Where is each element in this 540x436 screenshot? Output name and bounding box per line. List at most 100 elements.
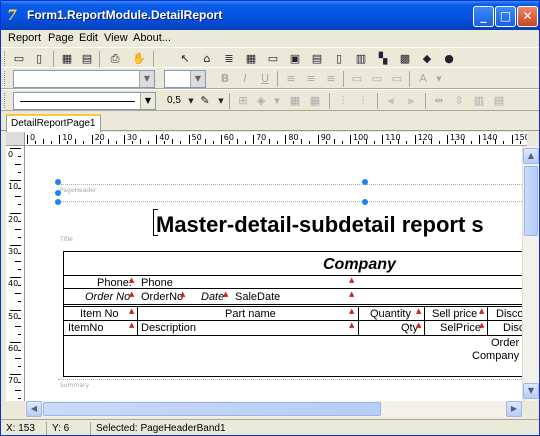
horizontal-ruler[interactable]: 0 10 20 30 40 50 60 70 80 90 100 110 120 130 140 150 <box>25 132 527 146</box>
vertical-scroll-thumb[interactable] <box>524 166 538 236</box>
column-header-item-no[interactable]: Item No <box>80 308 119 320</box>
column-header-quantity[interactable]: Quantity <box>370 308 411 320</box>
chevron-down-icon[interactable]: ▼ <box>139 71 154 87</box>
report-design-canvas[interactable]: PageHeader Master-detail-subdetail repor… <box>25 146 527 401</box>
toolbar-grip[interactable] <box>4 51 7 66</box>
report-title[interactable]: Master-detail-subdetail report s <box>156 212 484 238</box>
chevron-down-icon[interactable]: ▼ <box>431 71 447 87</box>
align-right-edges-icon[interactable]: ⫸ <box>403 93 419 109</box>
menu-view[interactable]: View <box>104 30 128 47</box>
select-arrow-icon[interactable]: ↖ <box>177 51 193 67</box>
align-right-icon[interactable]: ≡ <box>323 71 339 87</box>
sysdata-icon[interactable]: ▯ <box>331 51 347 67</box>
company-header[interactable]: Company <box>323 256 396 274</box>
scroll-left-icon[interactable]: ◀ <box>26 401 42 417</box>
same-height-icon[interactable]: ▤ <box>491 93 507 109</box>
summary-band-top[interactable] <box>58 379 527 380</box>
align-left-icon[interactable]: ≡ <box>283 71 299 87</box>
band-icon[interactable]: ⌂ <box>199 51 215 67</box>
column-header-sell-price[interactable]: Sell price <box>432 308 477 320</box>
vertical-ruler[interactable]: 01020304050607080 <box>6 146 25 401</box>
page-setup-icon[interactable]: ▤ <box>79 51 95 67</box>
valign-middle-icon[interactable]: ▭ <box>369 71 385 87</box>
same-width-icon[interactable]: ▥ <box>471 93 487 109</box>
chevron-down-icon[interactable]: ▼ <box>140 93 155 109</box>
fill-color-icon[interactable]: ◈ <box>253 93 269 109</box>
scroll-right-icon[interactable]: ▶ <box>506 401 522 417</box>
selection-handle[interactable] <box>362 199 368 205</box>
maximize-button[interactable]: □ <box>495 6 516 27</box>
description-field[interactable]: Description <box>141 322 196 334</box>
hand-icon[interactable]: ✋ <box>131 51 147 67</box>
chevron-down-icon[interactable]: ▼ <box>190 71 205 87</box>
column-header-part-name[interactable]: Part name <box>225 308 276 320</box>
scroll-up-icon[interactable]: ▲ <box>523 148 539 164</box>
date-label[interactable]: Date <box>201 291 224 303</box>
bold-icon[interactable]: B <box>217 71 233 87</box>
underline-icon[interactable]: U <box>257 71 273 87</box>
font-color-icon[interactable]: A <box>415 71 431 87</box>
menu-about[interactable]: About... <box>133 30 171 47</box>
selection-handle[interactable] <box>55 190 61 196</box>
image-icon[interactable]: ▩ <box>397 51 413 67</box>
selection-handle[interactable] <box>55 199 61 205</box>
align-center-icon[interactable]: ≡ <box>303 71 319 87</box>
scroll-down-icon[interactable]: ▼ <box>523 383 539 399</box>
pen-color-icon[interactable]: ✎ <box>197 93 213 109</box>
line-width-value[interactable]: 0,5 <box>167 95 181 107</box>
chevron-down-icon[interactable]: ▼ <box>213 93 229 109</box>
ruler-label: 70 <box>256 133 267 142</box>
grid-icon[interactable]: ▦ <box>59 51 75 67</box>
space-horizontal-icon[interactable]: ⇹ <box>431 93 447 109</box>
footer-company-field[interactable]: Company <box>472 350 519 362</box>
valign-bottom-icon[interactable]: ▭ <box>389 71 405 87</box>
richtext-icon[interactable]: ▤ <box>309 51 325 67</box>
memo-icon[interactable]: ▭ <box>265 51 281 67</box>
toolbar-grip[interactable] <box>4 93 7 108</box>
italic-icon[interactable]: I <box>237 71 253 87</box>
table-icon[interactable]: ▦ <box>243 51 259 67</box>
preview-icon[interactable]: ⎙ <box>107 51 123 67</box>
subdetail-icon[interactable]: ≣ <box>221 51 237 67</box>
dbtext-icon[interactable]: ▣ <box>287 51 303 67</box>
font-size-select[interactable]: ▼ <box>164 70 206 88</box>
open-icon[interactable]: ▯ <box>31 51 47 67</box>
new-report-icon[interactable]: ▭ <box>11 51 27 67</box>
frame-inner-icon[interactable]: ▦ <box>287 93 303 109</box>
title-bar[interactable]: 7 Form1.ReportModule.DetailReport _ □ ✕ <box>1 1 539 30</box>
menu-edit[interactable]: Edit <box>79 30 98 47</box>
vertical-scrollbar[interactable]: ▲ ▼ <box>522 146 539 401</box>
valign-top-icon[interactable]: ▭ <box>349 71 365 87</box>
close-button[interactable]: ✕ <box>517 6 538 27</box>
menu-report[interactable]: Report <box>8 30 41 47</box>
align-left-edges-icon[interactable]: ⫷ <box>383 93 399 109</box>
align-bottoms-icon[interactable]: ⫶ <box>355 93 371 109</box>
shape-icon[interactable]: ◆ <box>419 51 435 67</box>
frame-all-icon[interactable]: ⊞ <box>235 93 251 109</box>
barcode-icon[interactable]: ▥ <box>353 51 369 67</box>
font-name-select[interactable]: ▼ <box>13 70 155 88</box>
align-tops-icon[interactable]: ⫶ <box>335 93 351 109</box>
line-style-select[interactable]: ▼ <box>13 92 156 110</box>
horizontal-scrollbar[interactable]: ◀ ▶ <box>25 401 522 418</box>
order-no-field[interactable]: OrderNo <box>141 291 183 303</box>
tab-detail-report-page1[interactable]: DetailReportPage1 <box>6 114 101 132</box>
horizontal-scroll-thumb[interactable] <box>43 402 381 416</box>
toolbar-grip[interactable] <box>4 71 7 86</box>
sell-price-field[interactable]: SelPrice <box>440 322 481 334</box>
space-vertical-icon[interactable]: ⇳ <box>451 93 467 109</box>
color-icon[interactable]: ● <box>441 51 457 67</box>
sale-date-field[interactable]: SaleDate <box>235 291 280 303</box>
column-header-discount[interactable]: Disco <box>496 308 524 320</box>
selection-handle[interactable] <box>55 179 61 185</box>
selection-handle[interactable] <box>362 179 368 185</box>
minimize-button[interactable]: _ <box>473 6 494 27</box>
frame-outer-icon[interactable]: ▦ <box>307 93 323 109</box>
item-no-field[interactable]: ItemNo <box>68 322 103 334</box>
order-no-label[interactable]: Order No <box>85 291 130 303</box>
footer-order-field[interactable]: Order <box>491 337 519 349</box>
chart-icon[interactable]: ▚ <box>375 51 391 67</box>
chevron-down-icon[interactable]: ▼ <box>269 93 285 109</box>
menu-page[interactable]: Page <box>48 30 74 47</box>
page-header-band-top[interactable] <box>58 184 527 185</box>
